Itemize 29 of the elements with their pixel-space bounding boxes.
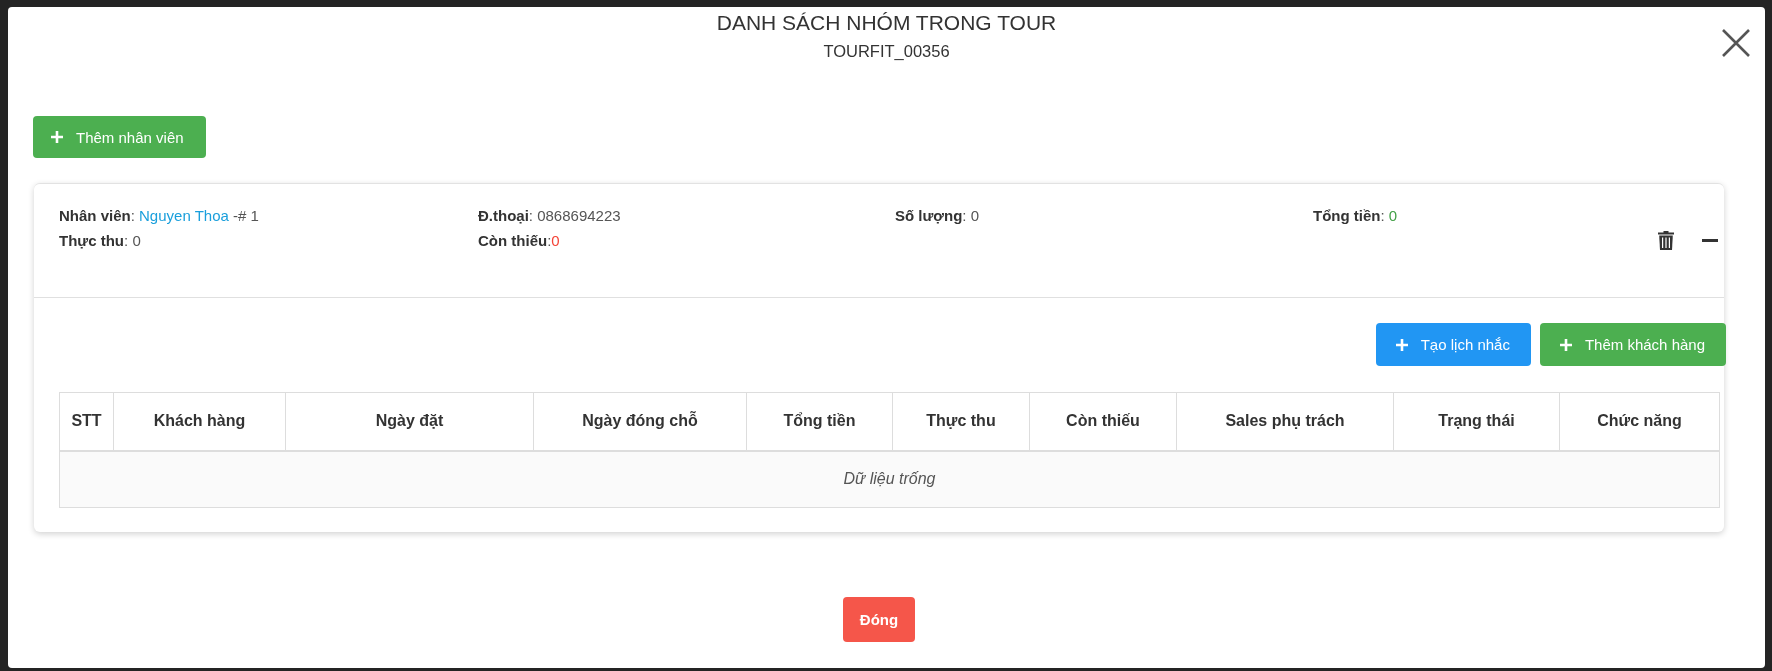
plus-icon [1395, 338, 1408, 351]
plus-icon [51, 131, 63, 143]
action-button[interactable]: Thêm khách hàng [1539, 323, 1726, 366]
close-button[interactable]: Đóng [842, 597, 916, 642]
dialog-subtitle: TOURFIT_00356 [823, 41, 950, 62]
info-text: Đ.thoại: 0868694223 [478, 206, 621, 226]
info-text: Thực thu: 0 [59, 231, 141, 251]
empty-table-text: Dữ liệu trống [59, 450, 1720, 508]
info-text: Số lượng: 0 [895, 206, 980, 226]
column-header: Ngày đặt [285, 392, 534, 451]
close-icon[interactable] [1722, 29, 1750, 57]
column-header: Còn thiếu [1029, 392, 1177, 451]
column-header: STT [59, 392, 114, 451]
plus-icon [1559, 338, 1572, 351]
column-header: Chức năng [1559, 392, 1720, 451]
info-text: Nhân viên: Nguyen Thoa -# 1 [59, 206, 259, 226]
info-text: Tổng tiền: 0 [1313, 206, 1398, 226]
column-header: Trạng thái [1393, 392, 1560, 451]
add-staff-button[interactable]: Thêm nhân viên [33, 116, 206, 158]
staff-name-link[interactable]: Nguyen Thoa [139, 207, 229, 224]
action-button[interactable]: Tạo lịch nhắc [1375, 323, 1531, 366]
column-header: Thực thu [892, 392, 1030, 451]
column-header: Tổng tiền [746, 392, 893, 451]
column-header: Sales phụ trách [1176, 392, 1394, 451]
info-text: Còn thiếu:0 [478, 231, 560, 251]
column-header: Ngày đóng chỗ [533, 392, 747, 451]
dialog-title: DANH SÁCH NHÓM TRONG TOUR [716, 10, 1057, 36]
column-header: Khách hàng [113, 392, 286, 451]
trash-icon[interactable] [1658, 231, 1674, 250]
